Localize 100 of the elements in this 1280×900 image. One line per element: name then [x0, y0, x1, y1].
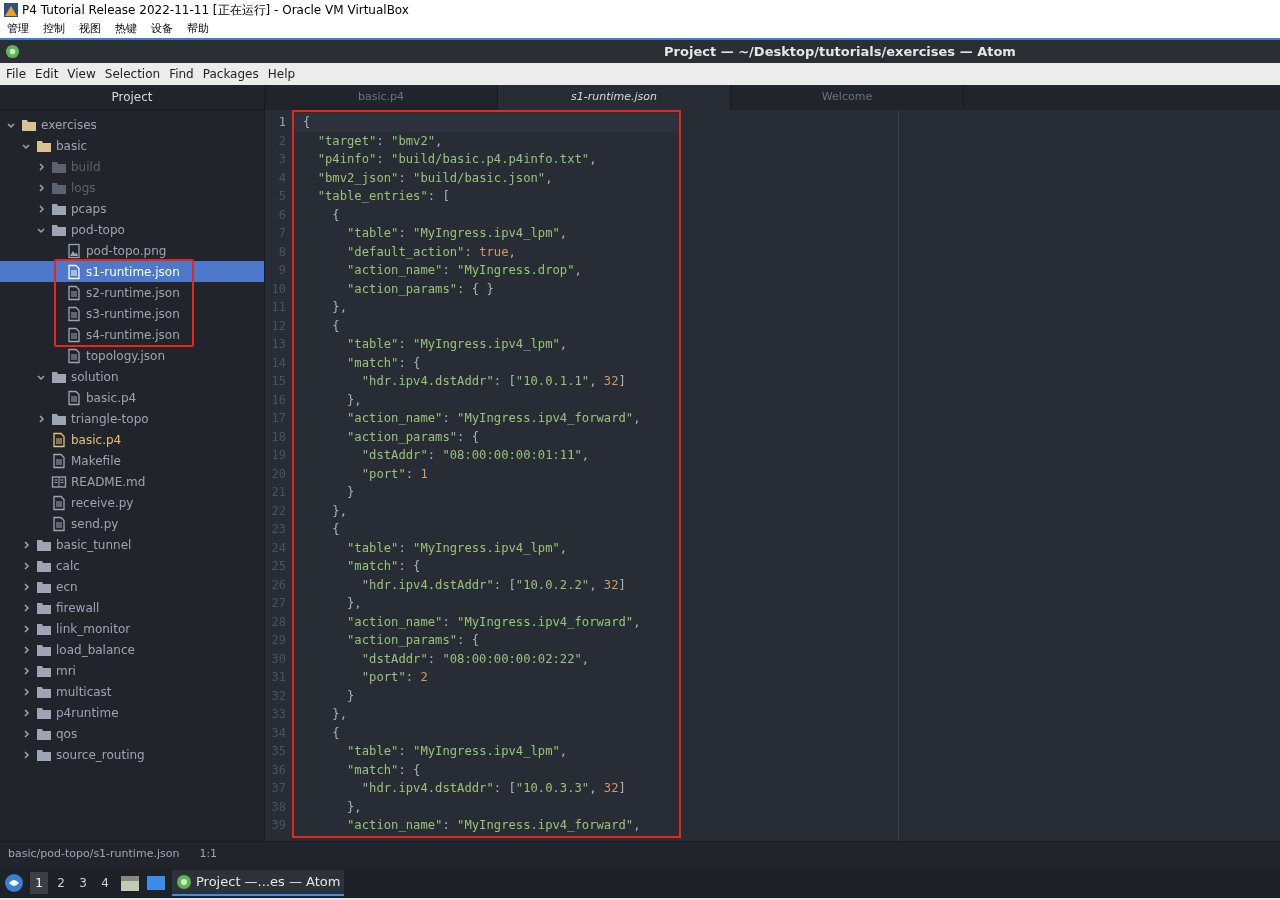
code-line: {	[331, 522, 340, 536]
tree-item[interactable]: topology.json	[86, 346, 166, 365]
code-line: "table": "MyIngress.ipv4_lpm",	[346, 337, 568, 351]
tree-item[interactable]: triangle-topo	[71, 409, 149, 428]
workspace-button[interactable]: 4	[96, 871, 114, 894]
code-line: "table": "MyIngress.ipv4_lpm",	[346, 226, 568, 240]
menu-item[interactable]: File	[6, 65, 27, 83]
workspace-button[interactable]: 2	[52, 871, 70, 894]
code-line: "port": 2	[360, 670, 428, 684]
image-file-icon	[66, 242, 82, 259]
file-icon	[66, 326, 82, 343]
selected-row[interactable]: s1-runtime.json	[0, 261, 264, 282]
code-line: "match": {	[346, 355, 421, 370]
tree-item[interactable]: ecn	[56, 577, 78, 596]
code-line: "action_name": "MyIngress.drop",	[346, 263, 582, 277]
code-line: "table_entries": [	[316, 189, 450, 203]
code-line: "action_name": "MyIngress.ipv4_forward",	[346, 614, 641, 629]
menu-item[interactable]: Help	[267, 65, 296, 83]
code-line: "hdr.ipv4.dstAddr": ["10.0.1.1", 32]	[360, 374, 626, 388]
tree-item[interactable]: link_monitor	[56, 619, 131, 638]
menu-item[interactable]: 视图	[79, 20, 101, 38]
tree-item[interactable]: s3-runtime.json	[86, 304, 180, 323]
tree-item[interactable]: qos	[56, 724, 78, 743]
tree-item[interactable]: exercises	[41, 115, 97, 134]
workspace-button[interactable]: 3	[74, 871, 92, 894]
line-number: 1	[277, 114, 287, 131]
tree-item[interactable]: s4-runtime.json	[86, 325, 180, 344]
editor-tab[interactable]: s1-runtime.json	[498, 85, 731, 110]
tree-item[interactable]: send.py	[71, 514, 119, 533]
file-manager-icon[interactable]	[120, 873, 140, 892]
window-title: P4 Tutorial Release 2022-11-11 [正在运行] - Oracle VM VirtualBox	[22, 2, 409, 19]
atom-icon	[176, 873, 192, 890]
code-line: "action_name": "MyIngress.ipv4_forward",	[346, 818, 641, 832]
code-line: "match": {	[346, 762, 421, 777]
menu-item[interactable]: 帮助	[187, 20, 209, 38]
workspace-button[interactable]: 1	[30, 871, 48, 894]
tree-item[interactable]: multicast	[56, 682, 112, 701]
tree-item[interactable]: README.md	[71, 472, 146, 491]
tree-item[interactable]: calc	[56, 556, 80, 575]
atom-icon	[5, 44, 20, 59]
file-path[interactable]: basic/pod-topo/s1-runtime.json	[8, 846, 180, 863]
code-line: "p4info": "build/basic.p4.p4info.txt",	[316, 152, 597, 166]
desktop-icon[interactable]	[146, 874, 166, 891]
code-line: "port": 1	[360, 466, 428, 481]
cursor-position[interactable]: 1:1	[199, 846, 218, 863]
tree-item[interactable]: receive.py	[71, 493, 134, 512]
code-line: },	[331, 707, 348, 721]
tree-item[interactable]: basic	[56, 136, 88, 155]
code-line: },	[346, 392, 362, 407]
code-line: "action_name": "MyIngress.ipv4_forward",	[346, 411, 641, 425]
code-line: },	[331, 503, 348, 518]
tree-item[interactable]: load_balance	[56, 640, 135, 659]
code-line: "bmv2_json": "build/basic.json",	[316, 170, 553, 185]
code-line: "hdr.ipv4.dstAddr": ["10.0.2.2", 32]	[360, 577, 626, 592]
file-icon	[66, 347, 82, 364]
tree-item[interactable]: basic.p4	[71, 430, 122, 449]
tree-item[interactable]: p4runtime	[56, 703, 119, 722]
code-line: }	[346, 485, 355, 499]
menu-item[interactable]: Edit	[35, 65, 59, 83]
menu-item[interactable]: 管理	[7, 20, 29, 38]
menu-item[interactable]: Find	[169, 65, 194, 83]
tree-item[interactable]: basic.p4	[86, 388, 137, 407]
code-line: },	[346, 596, 362, 610]
code-line: {	[331, 207, 340, 222]
code-line: "action_params": {	[346, 633, 480, 647]
menu-item[interactable]: View	[67, 65, 96, 83]
code-line: {	[331, 318, 340, 333]
tree-item[interactable]: s2-runtime.json	[86, 283, 180, 302]
menu-item[interactable]: 设备	[151, 20, 173, 38]
code-line: {	[331, 725, 340, 740]
menu-item[interactable]: Packages	[202, 65, 259, 83]
tree-item[interactable]: s1-runtime.json	[86, 262, 180, 281]
code-line: }	[346, 688, 355, 703]
tree-item[interactable]: pod-topo	[71, 220, 125, 239]
code-line: "dstAddr": "08:00:00:00:01:11",	[360, 448, 590, 462]
code-line: "table": "MyIngress.ipv4_lpm",	[346, 744, 568, 758]
code-line: "default_action": true,	[346, 244, 516, 259]
menu-item[interactable]: 热键	[115, 20, 137, 38]
tree-item[interactable]: firewall	[56, 598, 100, 617]
tree-item[interactable]: basic_tunnel	[56, 535, 132, 554]
code-line: "target": "bmv2",	[316, 133, 443, 148]
file-icon	[66, 284, 82, 301]
menu-item[interactable]: Selection	[104, 65, 161, 83]
start-menu-icon[interactable]	[4, 872, 24, 893]
menu-item[interactable]: 控制	[43, 20, 65, 38]
code-line: "match": {	[346, 559, 421, 573]
file-icon	[66, 389, 82, 406]
code-line: "hdr.ipv4.dstAddr": ["10.0.3.3", 32]	[360, 781, 626, 795]
tree-item[interactable]: pod-topo.png	[86, 241, 167, 260]
file-icon	[66, 263, 82, 280]
file-icon	[66, 305, 82, 322]
code-line: "dstAddr": "08:00:00:00:02:22",	[360, 651, 590, 666]
taskbar-item[interactable]: Project —...es — Atom	[172, 869, 345, 896]
tree-item[interactable]: mri	[56, 661, 76, 680]
tree-item[interactable]: pcaps	[71, 199, 107, 218]
tree-item[interactable]: source_routing	[56, 745, 145, 764]
tree-item[interactable]: solution	[71, 367, 119, 386]
tree-item[interactable]: Makefile	[71, 451, 121, 470]
code-line: "action_params": { }	[346, 281, 494, 296]
file-icon	[51, 431, 67, 448]
